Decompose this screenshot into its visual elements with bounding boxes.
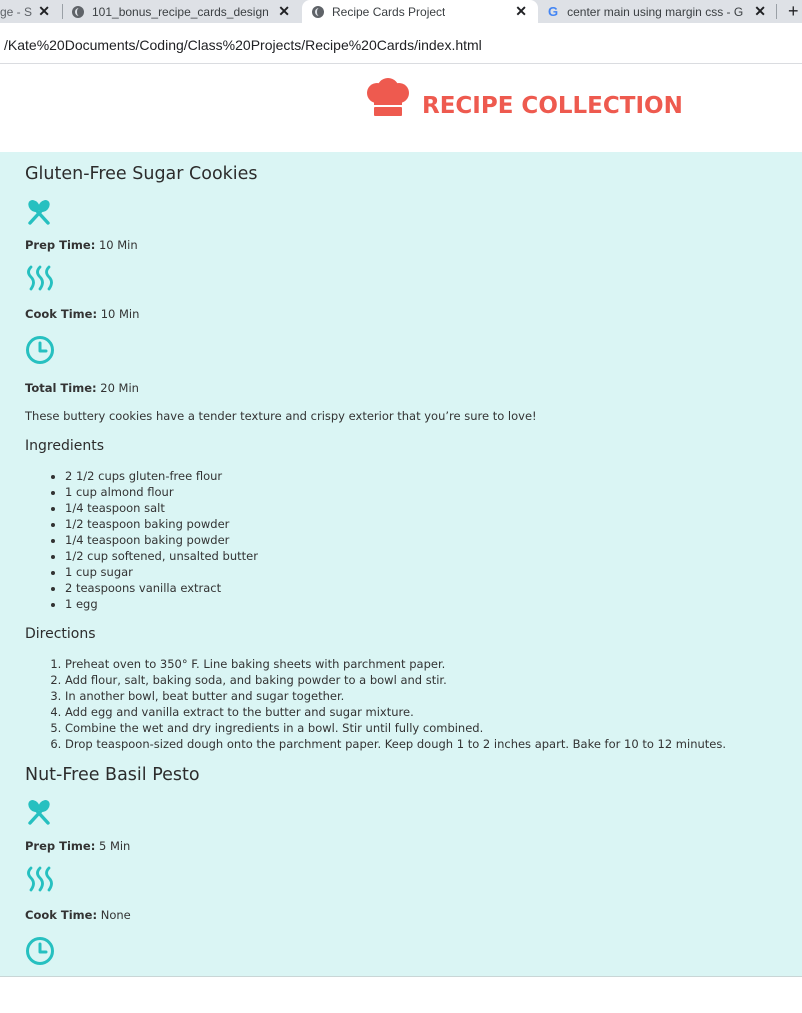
new-tab-button[interactable]: + [788, 0, 802, 23]
recipe-description: These buttery cookies have a tender text… [25, 409, 537, 423]
list-item: Preheat oven to 350° F. Line baking shee… [65, 656, 726, 672]
url-text[interactable]: /Kate%20Documents/Coding/Class%20Project… [4, 37, 482, 53]
utensils-icon [28, 800, 50, 825]
list-item: Drop teaspoon-sized dough onto the parch… [65, 736, 726, 752]
prep-time-label: Prep Time: [25, 238, 96, 252]
site-title: RECIPE COLLECTION [422, 93, 683, 119]
close-icon[interactable]: ✕ [278, 3, 290, 20]
cook-time-value: 10 Min [100, 307, 140, 321]
main-content: Gluten-Free Sugar Cookies Prep Time: 10 … [0, 152, 802, 977]
directions-heading: Directions [25, 626, 96, 642]
prep-time-label: Prep Time: [25, 839, 96, 853]
tab-title: 101_bonus_recipe_cards_design_ [92, 4, 268, 19]
close-icon[interactable]: ✕ [515, 3, 527, 20]
clock-icon [26, 937, 54, 965]
list-item: 1 cup sugar [65, 564, 258, 580]
chef-hat-icon [367, 78, 409, 116]
plus-icon: + [788, 1, 799, 21]
prep-time-value: 10 Min [98, 238, 138, 252]
heat-waves-icon [27, 866, 53, 892]
ingredients-heading: Ingredients [25, 438, 104, 454]
close-icon[interactable]: ✕ [754, 3, 766, 20]
tab-previous-1[interactable]: ge - S ✕ [0, 0, 58, 23]
tab-bonus-recipe-design[interactable]: 101_bonus_recipe_cards_design_ ✕ [72, 0, 298, 23]
tab-title: center main using margin css - G [567, 4, 744, 19]
list-item: 1/2 teaspoon baking powder [65, 516, 258, 532]
total-time-label: Total Time: [25, 381, 97, 395]
cook-time: Cook Time: None [25, 908, 131, 922]
globe-icon [72, 5, 84, 18]
cook-time-label: Cook Time: [25, 908, 98, 922]
list-item: 1/2 cup softened, unsalted butter [65, 548, 258, 564]
address-bar[interactable]: /Kate%20Documents/Coding/Class%20Project… [0, 23, 802, 64]
cook-time-value: None [100, 908, 131, 922]
tab-title: Recipe Cards Project [332, 4, 446, 19]
tab-separator [62, 4, 63, 19]
list-item: 2 teaspoons vanilla extract [65, 580, 258, 596]
list-item: 1/4 teaspoon baking powder [65, 532, 258, 548]
clock-icon [26, 336, 54, 364]
list-item: 2 1/2 cups gluten-free flour [65, 468, 258, 484]
total-time: Total Time: 20 Min [25, 381, 139, 395]
cook-time: Cook Time: 10 Min [25, 307, 139, 321]
list-item: Combine the wet and dry ingredients in a… [65, 720, 726, 736]
total-time-value: 20 Min [100, 381, 139, 395]
tab-recipe-cards-project[interactable]: Recipe Cards Project ✕ [302, 0, 538, 23]
prep-time: Prep Time: 5 Min [25, 839, 130, 853]
globe-icon [312, 5, 324, 18]
close-icon[interactable]: ✕ [38, 3, 50, 20]
list-item: In another bowl, beat butter and sugar t… [65, 688, 726, 704]
tab-separator [776, 4, 777, 19]
recipe-title: Nut-Free Basil Pesto [25, 765, 200, 785]
prep-time: Prep Time: 10 Min [25, 238, 138, 252]
google-icon: G [548, 4, 559, 19]
list-item: 1 egg [65, 596, 258, 612]
tab-center-main-search[interactable]: G center main using margin css - G ✕ [548, 0, 774, 23]
list-item: Add flour, salt, baking soda, and baking… [65, 672, 726, 688]
browser-tab-bar: ge - S ✕ 101_bonus_recipe_cards_design_ … [0, 0, 802, 23]
heat-waves-icon [27, 265, 53, 291]
directions-list: Preheat oven to 350° F. Line baking shee… [47, 656, 726, 752]
ingredients-list: 2 1/2 cups gluten-free flour 1 cup almon… [47, 468, 258, 612]
site-header: RECIPE COLLECTION [0, 64, 802, 152]
list-item: 1/4 teaspoon salt [65, 500, 258, 516]
utensils-icon [28, 200, 50, 225]
list-item: Add egg and vanilla extract to the butte… [65, 704, 726, 720]
prep-time-value: 5 Min [98, 839, 131, 853]
recipe-title: Gluten-Free Sugar Cookies [25, 164, 258, 184]
tab-title: ge - S [0, 4, 33, 19]
list-item: 1 cup almond flour [65, 484, 258, 500]
cook-time-label: Cook Time: [25, 307, 98, 321]
